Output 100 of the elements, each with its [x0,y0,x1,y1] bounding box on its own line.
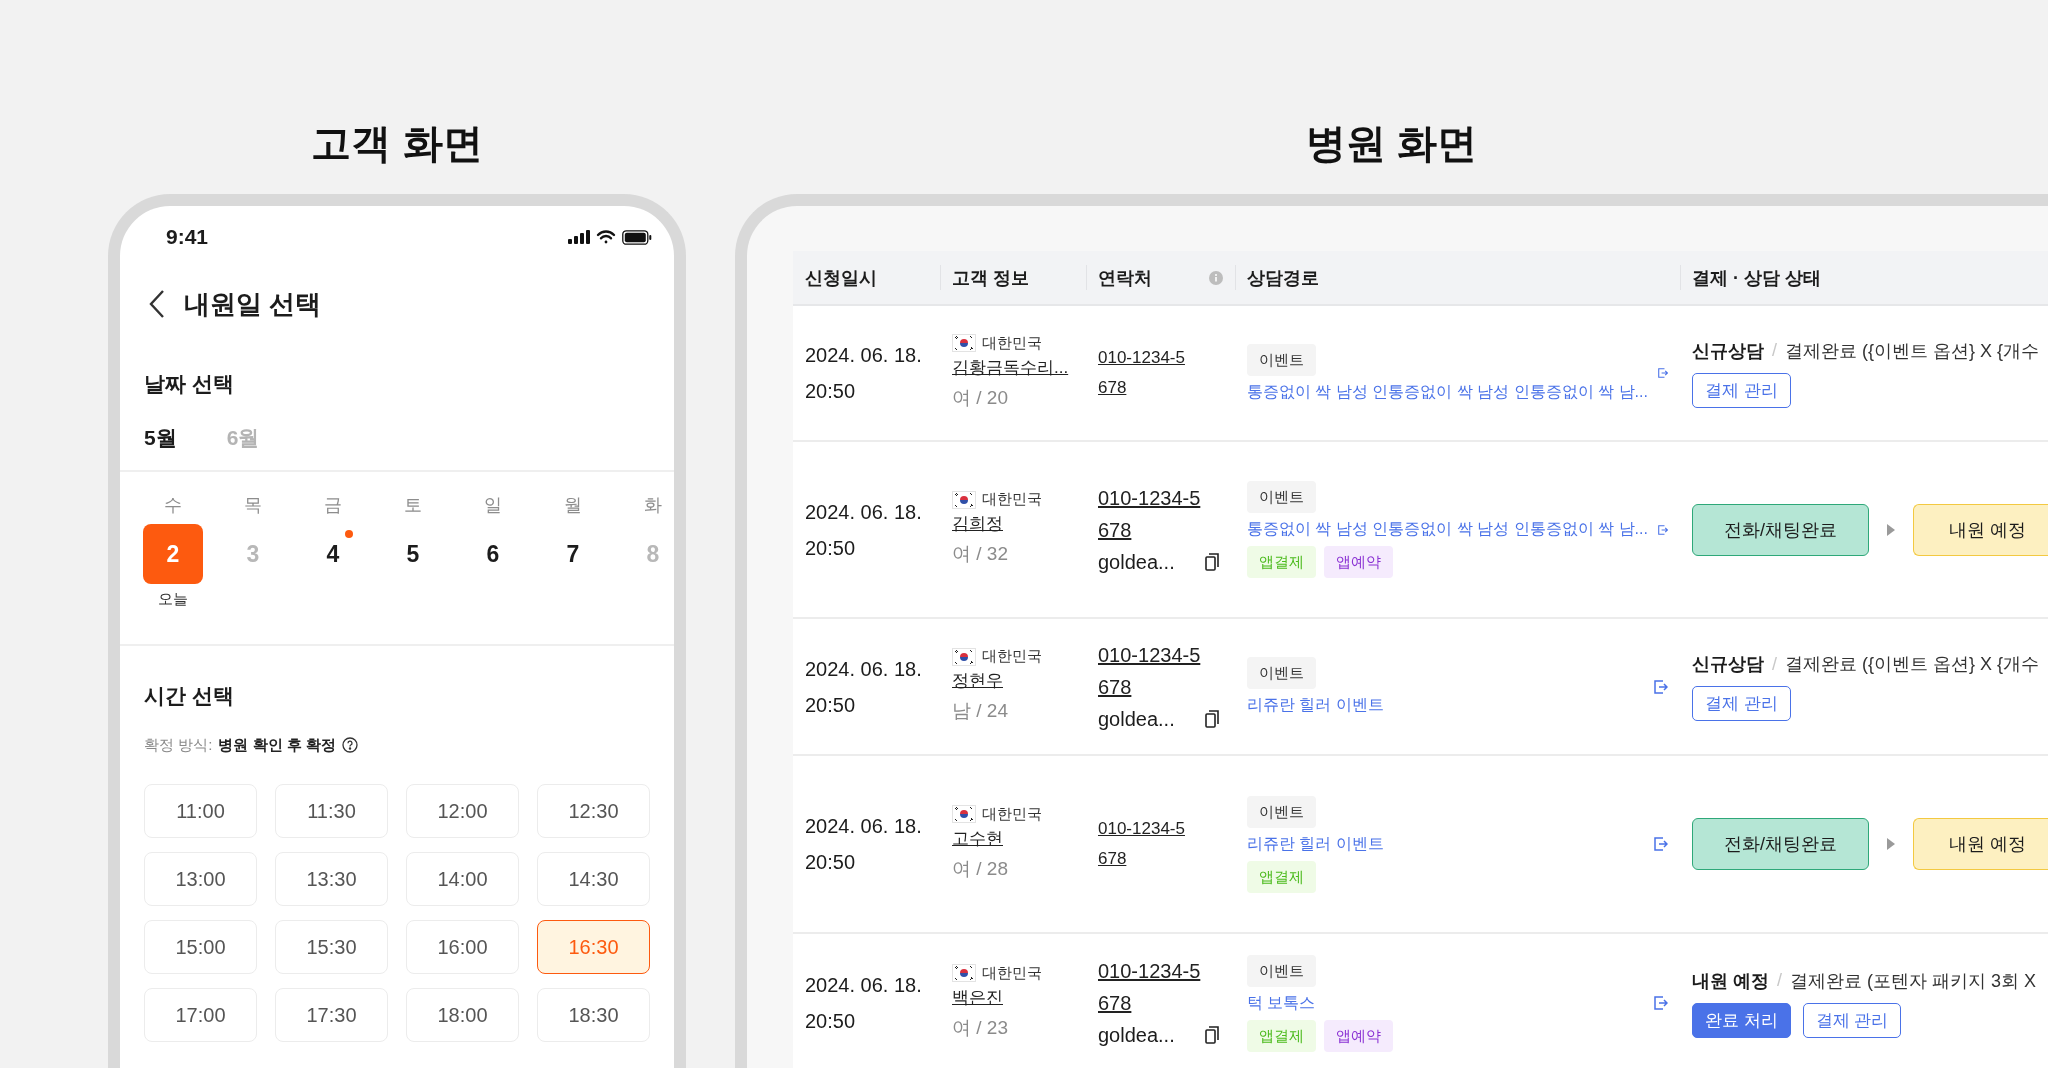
arrow-icon [1887,838,1895,850]
phone-link[interactable]: 010-1234-5678 [1098,481,1205,546]
phone-link[interactable]: 010-1234-5678 [1098,814,1189,874]
gender-age: 여 / 28 [952,856,1009,881]
time-slot[interactable]: 13:30 [275,852,388,906]
email-text: goldea... [1098,1023,1175,1048]
phone-link[interactable]: 010-1234-5678 [1098,638,1205,703]
customer-name-link[interactable]: 김희정 [952,509,1074,539]
column-header: 신청일시 [805,266,877,290]
copy-icon[interactable] [1205,552,1219,571]
gender-age: 여 / 32 [952,542,1009,566]
time-slot[interactable]: 17:30 [275,988,388,1042]
time-slot[interactable]: 18:30 [537,988,650,1042]
route-link[interactable]: 통증없이 싹 남성 인통증없이 싹 남성 인통증없이 싹 남... [1247,381,1648,403]
arrow-icon [1887,523,1895,536]
route-link[interactable]: 리쥬란 힐러 이벤트 [1247,695,1384,716]
flag-icon [952,334,976,352]
time-slot[interactable]: 15:30 [275,920,388,974]
weekday-label: 일 [484,494,502,517]
time-slot[interactable]: 11:30 [275,784,388,838]
weekday-label: 월 [564,494,582,517]
column-header: 상담경로 [1247,266,1319,290]
time-slot[interactable]: 17:00 [144,988,257,1042]
weekday-label: 수 [164,494,182,517]
payment-button[interactable]: 결제 관리 [1802,1002,1902,1038]
flag-icon [952,490,976,509]
screen-title: 내원일 선택 [184,287,322,321]
export-icon[interactable] [1657,522,1668,537]
country-label: 대한민국 [982,963,1042,983]
export-icon[interactable] [1654,837,1668,851]
route-link[interactable]: 턱 보톡스 [1247,992,1316,1014]
app-tag: 앱결제 [1247,860,1316,893]
copy-icon[interactable] [1205,709,1219,728]
date-button[interactable]: 7 [551,524,595,584]
country-label: 대한민국 [982,333,1042,353]
request-date: 2024. 06. 18. [805,814,923,839]
request-time: 20:50 [805,692,857,718]
customer-name-link[interactable]: 고수현 [952,823,1074,854]
route-tag: 이벤트 [1247,795,1316,828]
status-stage: 신규상담 [1692,653,1764,676]
month-tab[interactable]: 5월 [144,424,177,452]
wifi-icon [596,230,616,244]
date-button[interactable]: 4 [311,524,355,584]
app-tag: 앱결제 [1247,1019,1316,1052]
slash-divider: / [1777,970,1783,991]
time-slot[interactable]: 12:00 [406,784,519,838]
time-slot[interactable]: 16:00 [406,920,519,974]
country-label: 대한민국 [982,647,1042,666]
slash-divider: / [1772,340,1777,361]
section-heading: 고객 화면 [311,120,483,167]
date-button[interactable]: 6 [471,524,515,584]
back-icon[interactable] [148,289,166,319]
time-slot[interactable]: 15:00 [144,920,257,974]
phone-link[interactable]: 010-1234-5678 [1098,955,1205,1019]
gender-age: 여 / 23 [952,1015,1009,1040]
complete-button[interactable]: 완료 처리 [1692,1002,1791,1038]
status-detail: 결제완료 (포텐자 패키지 3회 X [1790,969,2037,993]
export-icon[interactable] [1654,996,1668,1010]
method-label: 확정 방식: [144,735,213,755]
column-header: 고객 정보 [952,266,1029,290]
weekday-label: 금 [324,494,342,517]
customer-name-link[interactable]: 정현우 [952,666,1074,696]
column-header: 연락처 [1098,266,1152,290]
weekday-label: 토 [404,494,422,517]
export-icon[interactable] [1654,679,1668,694]
email-text: goldea... [1098,549,1175,575]
date-button[interactable]: 5 [391,524,435,584]
payment-button[interactable]: 결제 관리 [1692,372,1791,408]
phone-link[interactable]: 010-1234-5678 [1098,343,1189,403]
time-slot[interactable]: 13:00 [144,852,257,906]
request-time: 20:50 [805,535,857,561]
time-slot[interactable]: 14:00 [406,852,519,906]
route-link[interactable]: 통증없이 싹 남성 인통증없이 싹 남성 인통증없이 싹 남... [1247,519,1648,540]
request-date: 2024. 06. 18. [805,499,923,525]
request-time: 20:50 [805,850,857,875]
time-slot[interactable]: 12:30 [537,784,650,838]
app-tag: 앱결제 [1247,546,1316,578]
copy-icon[interactable] [1205,1026,1219,1044]
route-tag: 이벤트 [1247,343,1316,376]
column-header: 결제 · 상담 상태 [1692,266,1821,290]
help-icon[interactable] [341,737,358,753]
today-label: 오늘 [158,590,188,609]
time-slot[interactable]: 11:00 [144,784,257,838]
request-date: 2024. 06. 18. [805,656,923,682]
export-icon[interactable] [1657,366,1668,380]
battery-icon [622,229,652,245]
status-step: 전화/채팅완료 [1692,818,1869,870]
event-dot [345,530,353,538]
customer-name-link[interactable]: 김황금독수리... [952,352,1074,383]
app-tag: 앱예약 [1324,546,1393,578]
gender-age: 남 / 24 [952,699,1009,723]
status-stage: 신규상담 [1692,339,1764,363]
time-slot[interactable]: 14:30 [537,852,650,906]
payment-button[interactable]: 결제 관리 [1692,686,1791,721]
status-step: 내원 예정 [1913,503,2048,556]
country-label: 대한민국 [982,490,1042,509]
request-time: 20:50 [805,1009,857,1034]
time-slot[interactable]: 18:00 [406,988,519,1042]
route-link[interactable]: 리쥬란 힐러 이벤트 [1247,833,1384,855]
customer-name-link[interactable]: 백은진 [952,982,1074,1013]
